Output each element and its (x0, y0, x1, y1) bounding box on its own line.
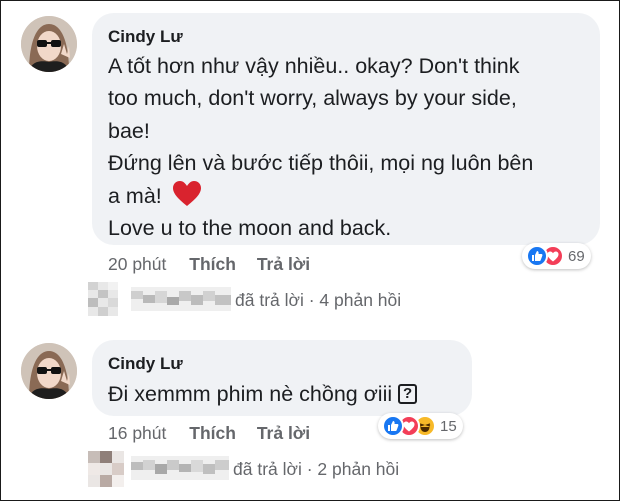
comment-text-line: Đứng lên và bước tiếp thôii, mọi ng luôn… (108, 151, 534, 175)
reaction-count: 15 (440, 417, 457, 435)
avatar[interactable] (21, 16, 77, 72)
like-button[interactable]: Thích (189, 254, 236, 274)
reply-author-pixelated[interactable] (131, 287, 231, 311)
comment-meta: 20 phút Thích Trả lời (108, 254, 310, 275)
comment-meta: 16 phút Thích Trả lời (108, 423, 310, 444)
comment-text-line: too much, don't worry, always by your si… (108, 86, 517, 110)
view-replies-link[interactable]: đã trả lời · 2 phản hồi (233, 459, 399, 480)
reaction-summary[interactable]: 69 (522, 243, 591, 269)
like-icon (526, 245, 548, 267)
comment-text-fragment: Đi xemmm phim nè chồng ơiii (108, 382, 393, 406)
reaction-count: 69 (568, 247, 585, 265)
reply-button[interactable]: Trả lời (257, 423, 310, 443)
reply-button[interactable]: Trả lời (257, 254, 310, 274)
reply-avatar-pixelated[interactable] (88, 451, 124, 487)
like-button[interactable]: Thích (189, 423, 236, 443)
avatar[interactable] (21, 343, 77, 399)
comment-bubble: Cindy Lư A tốt hơn như vậy nhiều.. okay?… (92, 13, 600, 245)
comment-bubble: Cindy Lư Đi xemmm phim nè chồng ơiii ? (92, 340, 472, 416)
comment-text-fragment: a mà! (108, 184, 162, 208)
comment-text-line: Đi xemmm phim nè chồng ơiii ? (108, 378, 418, 411)
comment-author[interactable]: Cindy Lư (108, 27, 183, 47)
like-icon (382, 415, 404, 437)
comment-author[interactable]: Cindy Lư (108, 354, 183, 374)
comment-timestamp[interactable]: 20 phút (108, 254, 166, 274)
comment-timestamp[interactable]: 16 phút (108, 423, 166, 443)
comment-text-line: A tốt hơn như vậy nhiều.. okay? Don't th… (108, 54, 520, 78)
view-replies-link[interactable]: đã trả lời · 4 phản hồi (235, 290, 401, 311)
reply-author-pixelated[interactable] (131, 456, 229, 480)
comment-text-line: Love u to the moon and back. (108, 216, 392, 240)
reaction-summary[interactable]: 15 (378, 413, 463, 439)
unknown-emoji-icon: ? (398, 384, 418, 404)
reply-avatar-pixelated[interactable] (88, 282, 118, 316)
comment-text-line: bae! (108, 119, 150, 143)
